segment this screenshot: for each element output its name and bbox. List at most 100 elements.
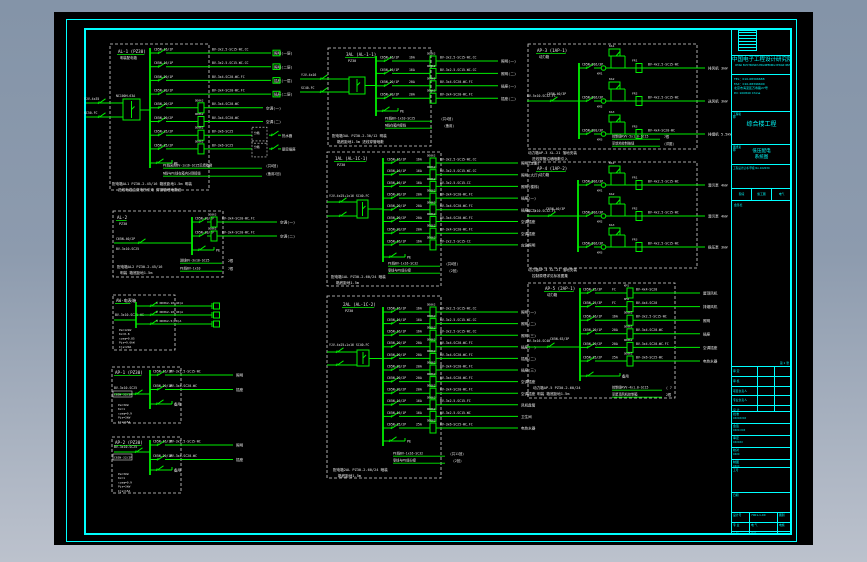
svg-text:AP-1 (PZ30): AP-1 (PZ30)	[115, 370, 143, 375]
drawing-canvas: AL-1 (PZ30) 明装配电箱 YJV-4x35 SC50-FC NC100H-63…	[54, 12, 813, 545]
svg-text:C65N-16/1P: C65N-16/1P	[387, 411, 406, 415]
svg-text:C65N-16/1P: C65N-16/1P	[387, 318, 406, 322]
svg-text:插座: 插座	[236, 387, 244, 392]
svg-text:DD862: DD862	[624, 338, 633, 342]
svg-text:BV-4x4-SC20: BV-4x4-SC20	[636, 301, 657, 305]
panel-AL2: AL-2PZ30C65N-40/2PBV-3x10-SC25C65N-20/2P…	[112, 210, 295, 278]
svg-text:BV-3x4-SC20-WC.FC: BV-3x4-SC20-WC.FC	[222, 216, 255, 220]
svg-text:PZ30: PZ30	[119, 222, 127, 226]
svg-text:DD862: DD862	[427, 212, 436, 216]
svg-text:BV-3x4-SC20-WC.FC: BV-3x4-SC20-WC.FC	[440, 93, 473, 97]
svg-text:卫生间: 卫生间	[521, 414, 532, 419]
svg-text:BV-3x2.5-SC15-WC.CC: BV-3x2.5-SC15-WC.CC	[212, 47, 249, 51]
svg-text:插座(二层): 插座(二层)	[274, 92, 293, 97]
svg-text:DD862: DD862	[427, 76, 436, 80]
company-name-en: CHINA ELECTRONICS ENGINEERING DESIGN INS…	[734, 64, 791, 67]
date-label: 日期	[733, 493, 739, 497]
svg-text:PE线BV-1x16-SC32: PE线BV-1x16-SC32	[388, 260, 418, 265]
svg-text:PZ30: PZ30	[348, 59, 356, 63]
svg-text:YJV-4x25+1x16 SC40-FC: YJV-4x25+1x16 SC40-FC	[329, 194, 369, 198]
svg-text:20A: 20A	[416, 376, 422, 380]
svg-text:C65N-16/2P: C65N-16/2P	[387, 399, 406, 403]
svg-text:C65N-20/1P: C65N-20/1P	[387, 204, 406, 208]
svg-text:KM3: KM3	[597, 251, 603, 255]
svg-text:BV-3x2.5-SC15-WC: BV-3x2.5-SC15-WC	[170, 369, 201, 373]
svg-text:BV-3x6-SC25: BV-3x6-SC25	[212, 143, 233, 147]
svg-text:稳压泵 3kW: 稳压泵 3kW	[708, 245, 728, 250]
bottom-cell: 电施	[779, 523, 785, 527]
date-field: 日期	[732, 493, 791, 513]
svg-text:BV-3x4-SC20-WC: BV-3x4-SC20-WC	[170, 454, 197, 458]
meta-sub: XXXX	[733, 452, 740, 456]
svg-text:YJV-4x35: YJV-4x35	[84, 97, 99, 101]
panel-2AL: 2AL (AL-1C-2) PZ30 YJV-4x25+1x16 SC40-FC C6…	[326, 295, 536, 479]
svg-text:BV-3x6-SC25-WC.FC: BV-3x6-SC25-WC.FC	[440, 422, 473, 426]
svg-text:BV-3x4-SC20-WC.FC: BV-3x4-SC20-WC.FC	[440, 193, 473, 197]
svg-text:照明(二层): 照明(二层)	[274, 64, 293, 69]
svg-text:AL-2: AL-2	[117, 215, 128, 220]
svg-text:潜污泵 4kW: 潜污泵 4kW	[708, 214, 728, 219]
panel-1AL: 1AL (AL-1C-1) PZ30 YJV-4x25+1x16 SC40-FC C6…	[326, 151, 540, 287]
svg-text:电热水器: 电热水器	[703, 359, 718, 364]
svg-text:C65N-40/3P: C65N-40/3P	[546, 207, 565, 211]
panel-AP3: AP-3 (1AP-1)动力箱BV-5x10-SC32-FCC65N-40/3P…	[527, 43, 733, 161]
svg-text:YJV-4x25+1x16 SC40-FC: YJV-4x25+1x16 SC40-FC	[329, 343, 369, 347]
svg-text:配电箱2AL PZ30-2-60/24 暗装: 配电箱2AL PZ30-2-60/24 暗装	[333, 467, 388, 472]
cad-viewer-window: AL-1 (PZ30) 明装配电箱 YJV-4x35 SC50-FC NC100H-63…	[0, 0, 867, 562]
svg-text:空调(一): 空调(一)	[266, 105, 281, 110]
svg-text:KA2: KA2	[609, 192, 615, 196]
svg-text:空调(二): 空调(二)	[280, 234, 295, 239]
svg-text:3 DD862-5(20)A: 3 DD862-5(20)A	[156, 319, 181, 323]
svg-text:照明(二): 照明(二)	[521, 321, 536, 326]
meta-rows: 批准 XXXXXXXX 会签 XXXX·XXX 审定 XXXXXX 校对 XXXX 制图…	[732, 412, 791, 468]
svg-text:照明(一): 照明(一)	[501, 59, 516, 64]
svg-text:20A: 20A	[409, 93, 415, 97]
svg-text:KM2: KM2	[624, 297, 629, 301]
svg-text:C65N-16/1P: C65N-16/1P	[387, 239, 406, 243]
svg-text:FR2: FR2	[632, 92, 638, 96]
logo-section	[732, 28, 791, 56]
svg-text:C65N-40/2P: C65N-40/2P	[116, 237, 135, 241]
project-label: 工程名称	[733, 112, 742, 120]
svg-text:KM1: KM1	[597, 189, 603, 193]
svg-text:16A: 16A	[409, 68, 415, 72]
svg-text:DD862: DD862	[208, 227, 217, 231]
svg-text:BV-3x10-SC25: BV-3x10-SC25	[114, 386, 137, 390]
svg-text:BV-4x2.5-SC15-WC: BV-4x2.5-SC15-WC	[648, 241, 679, 245]
panel-AP1: AP-1 (PZ30)BV-3x10-SC25C65N-32/2PC65N-16…	[111, 366, 244, 424]
svg-text:插座(二): 插座(二)	[501, 96, 516, 101]
svg-text:DD862: DD862	[427, 395, 436, 399]
svg-text:风机盘管: 风机盘管	[521, 402, 536, 407]
title-block: 中国电子工程设计研究院 CHINA ELECTRONICS ENGINEERIN…	[731, 28, 791, 533]
svg-text:C65N-16/1P: C65N-16/1P	[380, 55, 399, 59]
svg-text:DD862: DD862	[427, 419, 436, 423]
svg-text:BV-3x2.5-SC15-WC.CC: BV-3x2.5-SC15-WC.CC	[440, 318, 477, 322]
schematic-svg: AL-1 (PZ30)明装配电箱 YJV-4x35 SC50-FC NC100H-63…	[84, 43, 733, 494]
svg-text:C65N-32/2P: C65N-32/2P	[114, 392, 132, 396]
svg-text:BV-3x4-SC20-WC.FC: BV-3x4-SC20-WC.FC	[440, 80, 473, 84]
svg-text:Ijs=15A: Ijs=15A	[118, 420, 130, 424]
svg-text:明装配电箱: 明装配电箱	[120, 55, 138, 60]
address-section: TEL：010-68396688 FAX：010-68396600 北京市海淀区…	[732, 75, 791, 112]
svg-text:16A: 16A	[416, 157, 422, 161]
sign-label: 审 定	[732, 367, 758, 376]
svg-text:明装 箱底距地1.5m: 明装 箱底距地1.5m	[537, 391, 569, 396]
svg-text:KM2: KM2	[597, 105, 603, 109]
svg-text:C65N-16/1P: C65N-16/1P	[387, 169, 406, 173]
svg-text:N线与PE线在箱内分别接线: N线与PE线在箱内分别接线	[163, 170, 201, 175]
svg-text:20A: 20A	[416, 204, 422, 208]
svg-text:BV-3x4-SC20-WC: BV-3x4-SC20-WC	[212, 116, 239, 120]
bottom-cell: 电 气	[750, 523, 778, 531]
svg-text:20A: 20A	[416, 353, 422, 357]
svg-text:备用: 备用	[622, 373, 629, 378]
svg-text:BV-4x4-SC20: BV-4x4-SC20	[636, 287, 657, 291]
sign-label: 项目负责人	[732, 386, 758, 396]
svg-text:BV-3x4-SC20-WC.FC: BV-3x4-SC20-WC.FC	[440, 388, 473, 392]
svg-text:C65N-20/1P: C65N-20/1P	[387, 341, 406, 345]
svg-text:25A: 25A	[416, 422, 422, 426]
svg-text:BV-3x4-SC20-WC: BV-3x4-SC20-WC	[212, 102, 239, 106]
sheet-number: 第 1 张	[779, 361, 789, 365]
svg-text:2根: 2根	[228, 258, 234, 263]
panel-AP4: AP-4 (1AP-2)动力箱BV-5x10-SC32-FCC65N-40/3P…	[527, 161, 728, 278]
svg-text:箱底距地1.5m: 箱底距地1.5m	[336, 280, 359, 285]
